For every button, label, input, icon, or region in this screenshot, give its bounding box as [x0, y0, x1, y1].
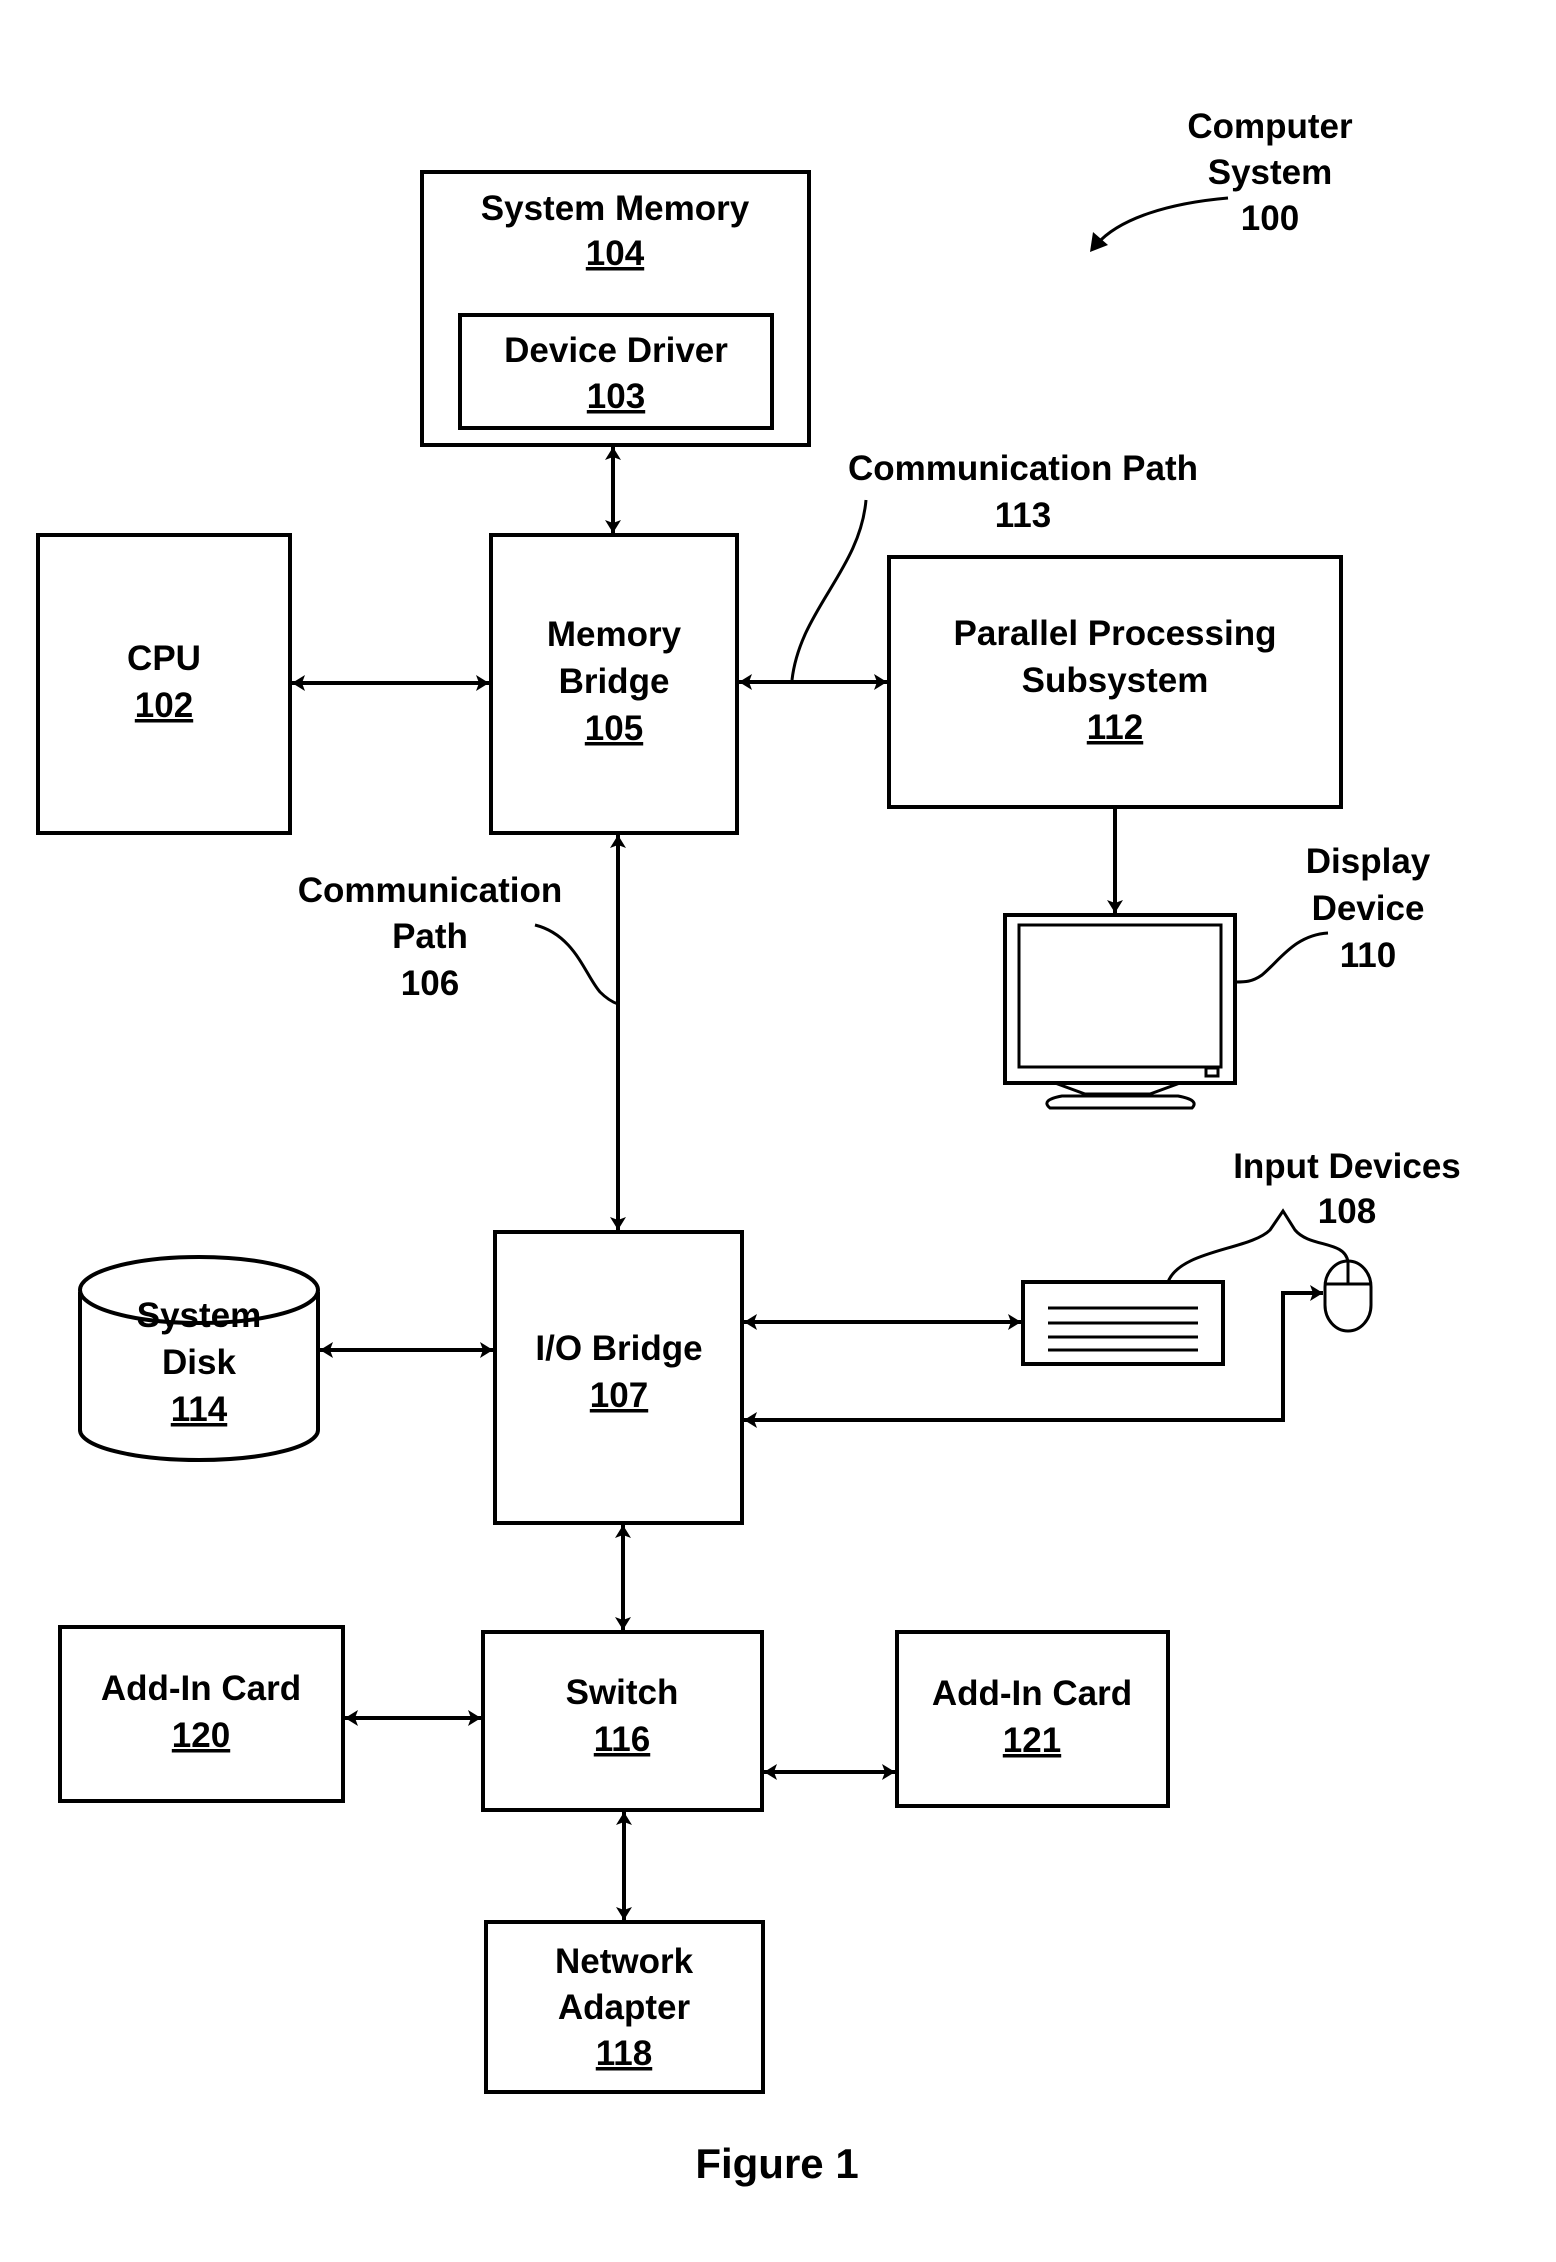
comm-path-113-label: Communication Path [848, 449, 1198, 488]
add-in-card-121-title: Add-In Card [932, 1674, 1132, 1713]
computer-system-diagram: System Memory 104 Device Driver 103 Comp… [36, 107, 1461, 2187]
network-adapter-title-line-1: Network [555, 1942, 694, 1981]
comm-path-113-ref: 113 [995, 496, 1051, 535]
parallel-processing-title-line-1: Parallel Processing [954, 614, 1277, 653]
add-in-card-121-block[interactable]: Add-In Card 121 [895, 1630, 1170, 1808]
system-disk-title-line-1: System [137, 1296, 262, 1335]
network-adapter-block[interactable]: Network Adapter 118 [484, 1920, 765, 2094]
memory-bridge-title-line-2: Bridge [559, 662, 670, 701]
parallel-processing-block[interactable]: Parallel Processing Subsystem 112 [887, 555, 1343, 809]
switch-ref: 116 [594, 1720, 650, 1759]
switch-title: Switch [566, 1673, 679, 1712]
comm-path-106-label-line-2: Path [392, 917, 468, 956]
computer-system-label-line-2: System [1208, 153, 1333, 192]
computer-system-leader-line [1095, 196, 1229, 245]
add-in-card-121-box [895, 1630, 1170, 1808]
add-in-card-120-ref: 120 [172, 1716, 230, 1755]
computer-system-label-line-1: Computer [1187, 107, 1353, 146]
system-disk-block[interactable]: System Disk 114 [78, 1255, 320, 1462]
comm-path-106-callout: Communication Path 106 [298, 871, 619, 1006]
display-device-ref: 110 [1340, 936, 1396, 975]
input-devices-label: Input Devices [1233, 1147, 1461, 1186]
io-bridge-block[interactable]: I/O Bridge 107 [493, 1230, 744, 1525]
comm-path-106-label-line-1: Communication [298, 871, 562, 910]
memory-bridge-block[interactable]: Memory Bridge 105 [489, 533, 739, 835]
add-in-card-121-ref: 121 [1003, 1721, 1061, 1760]
keyboard[interactable] [1021, 1280, 1225, 1366]
io-bridge-ref: 107 [590, 1376, 648, 1415]
add-in-card-120-box [58, 1625, 345, 1803]
computer-system-label-ref: 100 [1241, 199, 1299, 238]
cpu-block[interactable]: CPU 102 [36, 533, 292, 835]
display-device-callout: Display Device 110 [1235, 842, 1431, 984]
monitor-bezel [1003, 913, 1237, 1085]
add-in-card-120-block[interactable]: Add-In Card 120 [58, 1625, 345, 1803]
device-driver-block[interactable]: Device Driver 103 [458, 313, 774, 430]
display-device[interactable] [1003, 913, 1237, 1110]
io-bridge-title: I/O Bridge [535, 1329, 702, 1368]
cpu-title: CPU [127, 639, 201, 678]
cpu-ref: 102 [135, 686, 193, 725]
input-devices-ref: 108 [1318, 1192, 1376, 1231]
display-device-label-line-1: Display [1306, 842, 1431, 881]
network-adapter-title-line-2: Adapter [558, 1988, 691, 2027]
memory-bridge-ref: 105 [585, 709, 643, 748]
device-driver-ref: 103 [587, 377, 645, 416]
system-disk-ref: 114 [171, 1390, 228, 1429]
comm-path-106-ref: 106 [401, 964, 459, 1003]
computer-system-label: Computer System 100 [1090, 107, 1353, 252]
input-devices-callout: Input Devices 108 [1166, 1147, 1461, 1283]
network-adapter-ref: 118 [596, 2034, 652, 2073]
display-device-label-line-2: Device [1312, 889, 1425, 928]
add-in-card-120-title: Add-In Card [101, 1669, 301, 1708]
display-device-leader-line [1235, 931, 1329, 984]
parallel-processing-title-line-2: Subsystem [1022, 661, 1209, 700]
comm-path-106-leader-line [534, 923, 619, 1006]
monitor-stand-base [1045, 1094, 1196, 1110]
system-disk-title-line-2: Disk [162, 1343, 236, 1382]
cpu-box [36, 533, 292, 835]
memory-bridge-title-line-1: Memory [547, 615, 682, 654]
comm-path-113-leader-line [790, 499, 868, 681]
device-driver-title: Device Driver [504, 331, 728, 370]
switch-block[interactable]: Switch 116 [481, 1630, 764, 1812]
figure-caption: Figure 1 [695, 2140, 858, 2187]
mouse[interactable] [1323, 1259, 1373, 1333]
system-memory-ref: 104 [586, 234, 645, 273]
system-memory-title: System Memory [481, 189, 750, 228]
parallel-processing-ref: 112 [1087, 708, 1143, 747]
